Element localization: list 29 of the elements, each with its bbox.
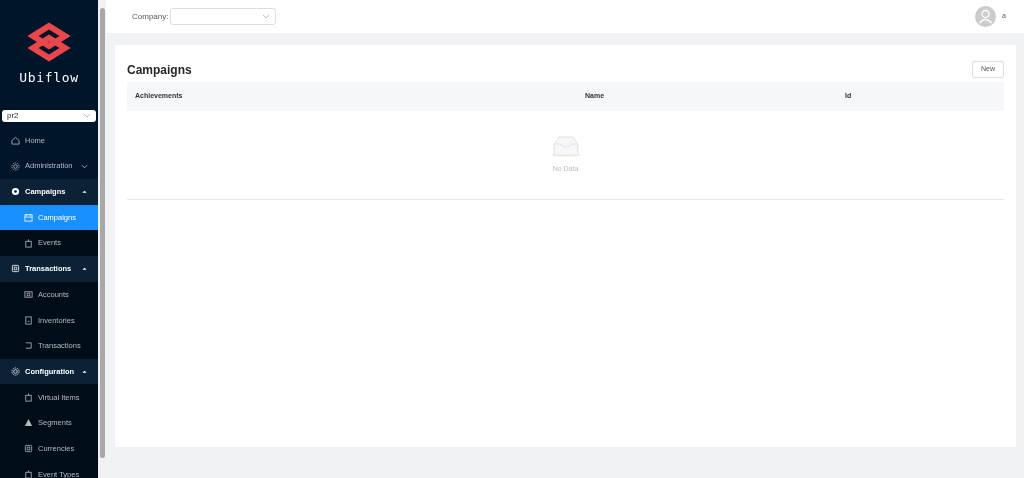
- project-select[interactable]: pr2: [2, 109, 96, 122]
- flower-icon: [11, 187, 20, 197]
- logo-text: Ubiflow: [19, 69, 79, 87]
- calendar-icon: [24, 212, 33, 222]
- chevron-down-icon: [262, 14, 271, 19]
- company-label: Company:: [132, 10, 169, 23]
- triangle-icon: [24, 418, 33, 428]
- chevron-down-icon: [83, 113, 91, 118]
- chevron-down-icon: [81, 163, 88, 169]
- scrollbar[interactable]: [98, 0, 106, 478]
- bracket-icon: [24, 341, 33, 351]
- empty-inbox-icon: [549, 135, 582, 158]
- caret-up-icon: [81, 189, 88, 195]
- tag-icon: [24, 392, 33, 402]
- caret-up-icon: [81, 266, 88, 272]
- tag-icon: [24, 238, 33, 248]
- square-icon: [11, 264, 20, 274]
- card-icon: [24, 289, 33, 299]
- settings-icon: [11, 367, 20, 377]
- company-select[interactable]: [170, 8, 277, 25]
- tag-icon: [24, 469, 33, 478]
- avatar-icon[interactable]: [975, 6, 997, 27]
- logo-icon: [27, 22, 71, 62]
- home-icon: [11, 135, 20, 145]
- square-icon: [24, 444, 33, 454]
- settings-icon: [11, 161, 20, 171]
- document-icon: [24, 315, 33, 325]
- card-title: Campaigns: [127, 61, 192, 79]
- caret-up-icon: [81, 369, 88, 375]
